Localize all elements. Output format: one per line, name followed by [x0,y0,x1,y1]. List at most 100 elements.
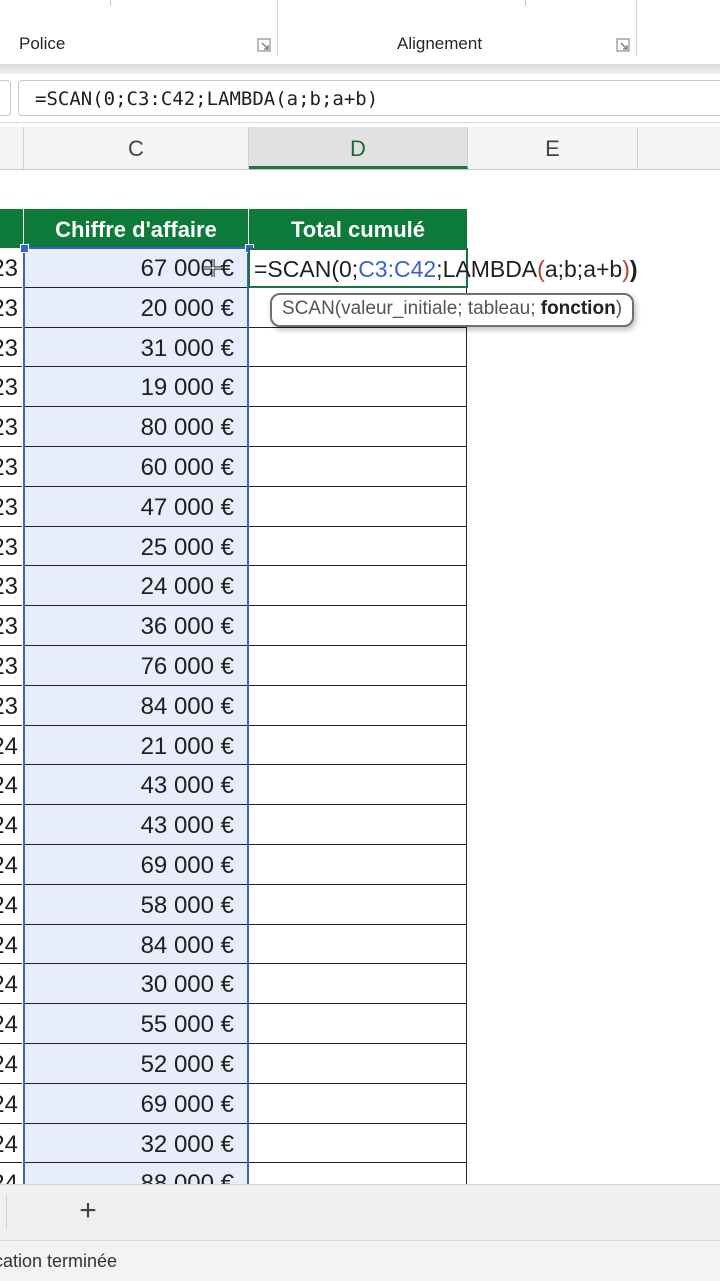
cell-chiffre-affaire[interactable]: 69 000 € [24,1083,249,1124]
worksheet-grid[interactable]: Chiffre d'affaire Total cumulé 2367 000 … [0,170,720,1184]
cell-total-cumule[interactable] [249,646,467,686]
cell-chiffre-affaire[interactable]: 24 000 € [24,566,249,607]
formula-text: =SCAN(0;C3:C42;LAMBDA(a;b;a+b) [35,88,379,110]
formula-paren-close: ) [622,256,630,282]
cell-date-fragment[interactable]: 24 [0,925,22,965]
cell-date-fragment[interactable]: 23 [0,487,22,527]
cell-edit-formula[interactable]: =SCAN(0;C3:C42;LAMBDA(a;b;a+b)) [254,256,638,283]
cell-total-cumule[interactable] [249,884,467,925]
cell-total-cumule[interactable] [249,1083,467,1124]
cell-date-fragment[interactable]: 24 [0,1163,22,1184]
cell-date-fragment[interactable]: 23 [0,527,22,567]
cell-date-fragment[interactable]: 23 [0,606,22,646]
table-header-chiffre[interactable]: Chiffre d'affaire [24,209,249,248]
cell-chiffre-affaire[interactable]: 43 000 € [24,805,249,845]
cell-chiffre-affaire[interactable]: 69 000 € [24,845,249,885]
cell-chiffre-affaire[interactable]: 84 000 € [24,685,249,726]
cell-chiffre-affaire[interactable]: 31 000 € [24,327,249,368]
cell-chiffre-affaire[interactable]: 30 000 € [24,964,249,1005]
ribbon-group-police-label: Police [19,34,66,53]
formula-lambda: LAMBDA [442,256,538,282]
cell-total-cumule[interactable] [249,447,467,487]
cell-chiffre-affaire[interactable]: 60 000 € [24,447,249,487]
cell-chiffre-affaire[interactable]: 43 000 € [24,765,249,806]
cell-date-fragment[interactable]: 23 [0,288,22,328]
cell-chiffre-affaire[interactable]: 52 000 € [24,1044,249,1084]
cell-total-cumule[interactable] [249,407,467,447]
name-box[interactable] [0,80,11,116]
tooltip-bold-arg: fonction [540,298,616,319]
cell-chiffre-affaire[interactable]: 88 000 € [24,1163,249,1184]
cell-date-fragment[interactable]: 23 [0,248,22,288]
cell-chiffre-affaire[interactable]: 47 000 € [24,486,249,527]
column-header-e[interactable]: E [468,127,638,169]
status-bar: cation terminée [0,1240,720,1281]
cell-chiffre-affaire[interactable]: 80 000 € [24,407,249,447]
cell-chiffre-affaire[interactable]: 84 000 € [24,924,249,965]
cell-chiffre-affaire[interactable]: 76 000 € [24,646,249,686]
tooltip-prefix: SCAN(valeur_initiale; tableau; [282,298,541,319]
ribbon-separator [636,0,637,56]
dialog-launcher-icon[interactable] [616,38,630,52]
cell-date-fragment[interactable]: 23 [0,646,22,686]
cell-chiffre-affaire[interactable]: 36 000 € [24,606,249,646]
cell-date-fragment[interactable]: 23 [0,367,22,408]
column-header-f[interactable] [638,127,720,169]
cell-total-cumule[interactable] [249,1004,467,1044]
move-cursor-icon [204,259,222,277]
cell-date-fragment[interactable]: 24 [0,726,22,766]
ribbon-tick [525,0,526,6]
cell-date-fragment[interactable]: 24 [0,1004,22,1044]
cell-total-cumule[interactable] [249,924,467,965]
cell-chiffre-affaire[interactable]: 58 000 € [24,884,249,925]
cell-total-cumule[interactable] [249,566,467,607]
cell-date-fragment[interactable]: 24 [0,1084,22,1124]
cell-date-fragment[interactable]: 23 [0,407,22,447]
cell-total-cumule[interactable] [249,526,467,567]
add-sheet-button[interactable]: + [70,1194,106,1230]
column-header-b[interactable] [0,127,24,169]
formula-arg1: 0; [339,256,359,282]
cell-chiffre-affaire[interactable]: 20 000 € [24,287,249,328]
cell-date-fragment[interactable]: 24 [0,805,22,845]
cell-total-cumule[interactable] [249,1123,467,1164]
cell-total-cumule[interactable] [249,367,467,408]
cell-date-fragment[interactable]: 23 [0,328,22,368]
cell-date-fragment[interactable]: 24 [0,885,22,925]
cell-total-cumule[interactable] [249,606,467,646]
formula-input[interactable]: =SCAN(0;C3:C42;LAMBDA(a;b;a+b) [18,80,720,116]
ribbon-shadow [0,64,720,74]
column-header-d[interactable]: D [249,127,468,169]
sheet-tabs-bar: + [0,1184,720,1241]
dialog-launcher-icon[interactable] [257,38,271,52]
function-tooltip[interactable]: SCAN(valeur_initiale; tableau; fonction) [270,293,635,327]
cell-date-fragment[interactable]: 24 [0,765,22,806]
cell-date-fragment[interactable]: 23 [0,686,22,726]
table-header-total[interactable]: Total cumulé [249,209,467,248]
cell-total-cumule[interactable] [249,327,467,368]
cell-chiffre-affaire[interactable]: 25 000 € [24,526,249,567]
cell-chiffre-affaire[interactable]: 21 000 € [24,725,249,766]
cell-total-cumule[interactable] [249,685,467,726]
ribbon-separator [277,0,278,56]
cell-total-cumule[interactable] [249,964,467,1005]
cell-total-cumule[interactable] [249,765,467,806]
cell-date-fragment[interactable]: 24 [0,845,22,885]
cell-total-cumule[interactable] [249,845,467,885]
cell-date-fragment[interactable]: 23 [0,447,22,487]
formula-params: a;b;a+b [544,256,623,282]
column-header-c[interactable]: C [24,127,249,169]
cell-chiffre-affaire[interactable]: 32 000 € [24,1123,249,1164]
cell-total-cumule[interactable] [249,805,467,845]
range-handle[interactable] [20,244,29,253]
cell-total-cumule[interactable] [249,725,467,766]
cell-total-cumule[interactable] [249,1163,467,1184]
cell-chiffre-affaire[interactable]: 19 000 € [24,367,249,408]
cell-total-cumule[interactable] [249,486,467,527]
cell-date-fragment[interactable]: 24 [0,964,22,1005]
cell-date-fragment[interactable]: 24 [0,1044,22,1084]
cell-date-fragment[interactable]: 23 [0,566,22,607]
cell-chiffre-affaire[interactable]: 55 000 € [24,1004,249,1044]
cell-total-cumule[interactable] [249,1044,467,1084]
cell-date-fragment[interactable]: 24 [0,1124,22,1164]
